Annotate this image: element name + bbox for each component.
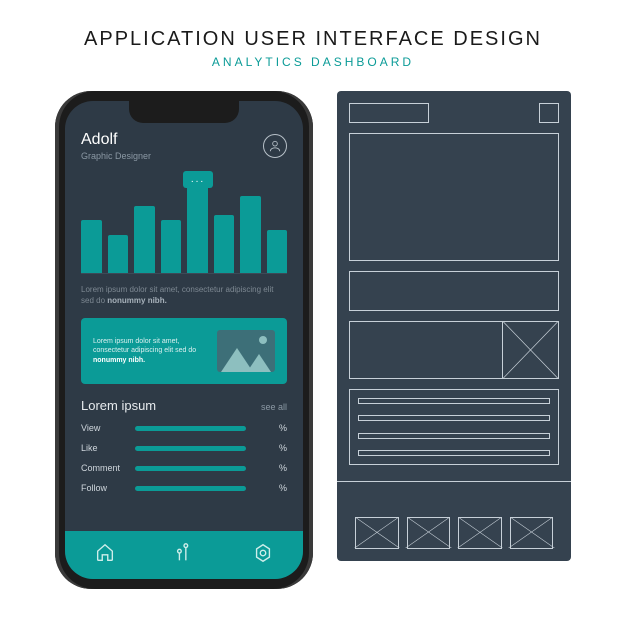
wire-divider xyxy=(337,481,571,482)
wire-list-row xyxy=(358,433,550,439)
chart-description: Lorem ipsum dolor sit amet, consectetur … xyxy=(81,284,287,306)
chart-bar[interactable] xyxy=(134,206,155,273)
chart-bar[interactable] xyxy=(240,196,261,273)
chart-bar[interactable] xyxy=(161,220,182,273)
phone-device: Adolf Graphic Designer ... Lorem ipsum d… xyxy=(55,91,313,589)
nav-home[interactable] xyxy=(94,542,116,569)
phone-notch xyxy=(129,101,239,123)
bottom-nav xyxy=(65,531,303,579)
stat-progress-bar xyxy=(135,426,246,431)
wire-nav-item xyxy=(458,517,502,549)
wire-text-block xyxy=(349,271,559,311)
chart-tooltip: ... xyxy=(183,171,213,188)
stat-progress-bar xyxy=(135,446,246,451)
stat-label: Like xyxy=(81,443,125,453)
phone-screen: Adolf Graphic Designer ... Lorem ipsum d… xyxy=(65,101,303,579)
wire-list-row xyxy=(358,415,550,421)
stat-label: View xyxy=(81,423,125,433)
stat-row[interactable]: Comment% xyxy=(81,463,287,473)
page-title: APPLICATION USER INTERFACE DESIGN xyxy=(0,0,626,51)
stat-progress-bar xyxy=(135,486,246,491)
analytics-bar-chart[interactable]: ... xyxy=(81,177,287,273)
wireframe-panel xyxy=(337,91,571,561)
wire-header-avatar xyxy=(539,103,559,123)
chart-bar[interactable] xyxy=(187,179,208,273)
stat-label: Follow xyxy=(81,483,125,493)
wire-chart-block xyxy=(349,133,559,261)
home-icon xyxy=(94,542,116,564)
stat-percent: % xyxy=(275,423,287,433)
stat-progress-bar xyxy=(135,466,246,471)
stat-percent: % xyxy=(275,463,287,473)
stat-row[interactable]: Follow% xyxy=(81,483,287,493)
user-role: Graphic Designer xyxy=(81,151,151,161)
highlight-card[interactable]: Lorem ipsum dolor sit amet, consectetur … xyxy=(81,318,287,384)
image-placeholder xyxy=(217,330,275,372)
user-icon xyxy=(268,139,282,153)
stats-heading: Lorem ipsum xyxy=(81,398,156,413)
nav-analytics[interactable] xyxy=(173,542,195,569)
settings-icon xyxy=(252,542,274,564)
wire-nav-item xyxy=(510,517,554,549)
stat-row[interactable]: View% xyxy=(81,423,287,433)
chart-bar[interactable] xyxy=(214,215,235,273)
user-name: Adolf xyxy=(81,131,151,149)
stat-percent: % xyxy=(275,483,287,493)
chart-baseline xyxy=(81,273,287,274)
wire-list-block xyxy=(349,389,559,465)
stat-percent: % xyxy=(275,443,287,453)
wire-header-title xyxy=(349,103,429,123)
chart-bar[interactable] xyxy=(81,220,102,273)
wire-list-row xyxy=(358,398,550,404)
analytics-icon xyxy=(173,542,195,564)
wire-card-block xyxy=(349,321,559,379)
nav-settings[interactable] xyxy=(252,542,274,569)
see-all-link[interactable]: see all xyxy=(261,402,287,412)
wire-bottom-nav xyxy=(349,517,559,549)
page-subtitle: ANALYTICS DASHBOARD xyxy=(0,55,626,69)
chart-bar[interactable] xyxy=(108,235,129,273)
chart-bar[interactable] xyxy=(267,230,288,273)
stat-row[interactable]: Like% xyxy=(81,443,287,453)
stat-label: Comment xyxy=(81,463,125,473)
wire-nav-item xyxy=(407,517,451,549)
highlight-card-text: Lorem ipsum dolor sit amet, consectetur … xyxy=(93,337,207,366)
wire-card-image xyxy=(502,322,558,378)
wire-nav-item xyxy=(355,517,399,549)
wire-list-row xyxy=(358,450,550,456)
profile-avatar[interactable] xyxy=(263,134,287,158)
